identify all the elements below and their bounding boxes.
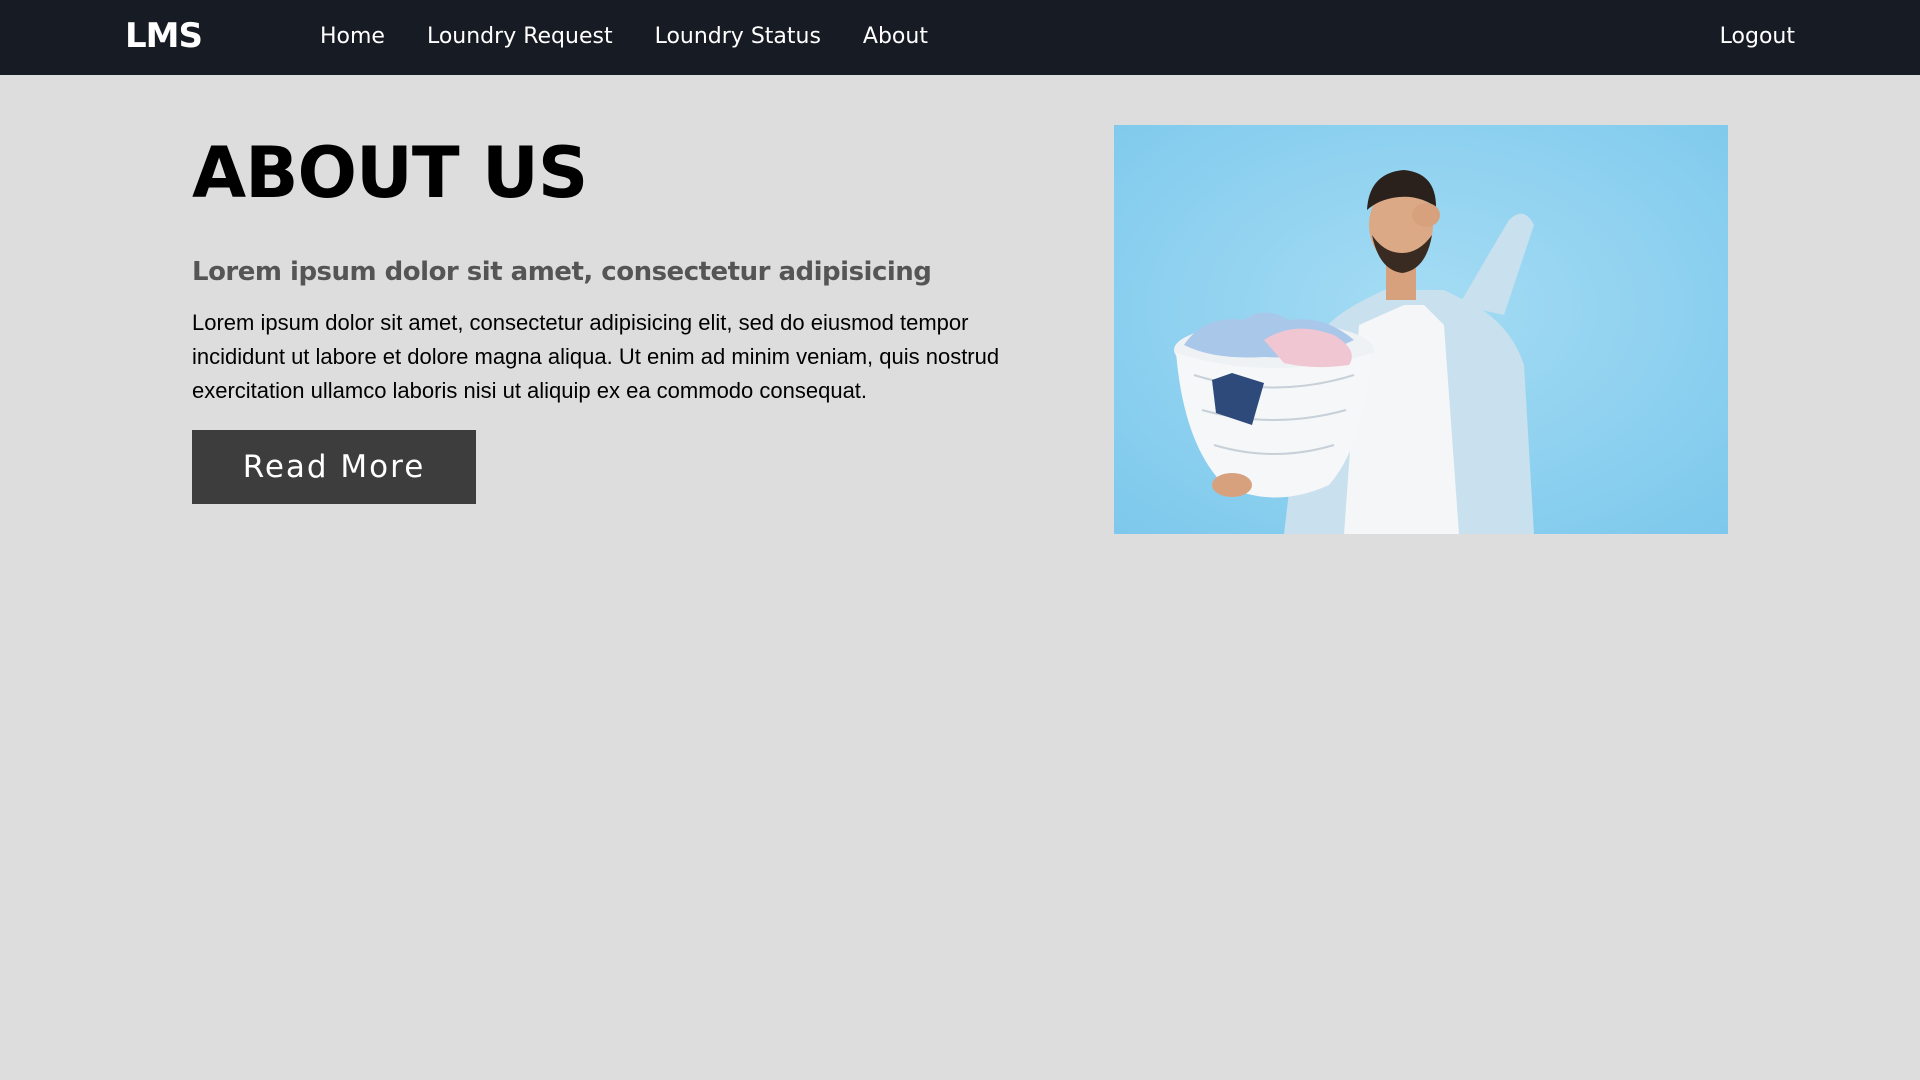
- nav-link-loundry-request[interactable]: Loundry Request: [427, 25, 613, 48]
- read-more-button[interactable]: Read More: [192, 429, 476, 504]
- nav-link-home[interactable]: Home: [320, 25, 385, 48]
- laundry-photo: [1114, 125, 1728, 534]
- about-text-block: ABOUT US Lorem ipsum dolor sit amet, con…: [192, 132, 1052, 504]
- about-subtitle: Lorem ipsum dolor sit amet, consectetur …: [192, 256, 932, 287]
- about-body-text: Lorem ipsum dolor sit amet, consectetur …: [192, 309, 1000, 403]
- brand-logo[interactable]: LMS: [125, 16, 203, 56]
- top-navbar: LMS Home Loundry Request Loundry Status …: [0, 0, 1920, 75]
- nav-links: Home Loundry Request Loundry Status Abou…: [320, 0, 970, 75]
- about-title: ABOUT US: [192, 132, 588, 214]
- logout-link[interactable]: Logout: [1720, 26, 1795, 48]
- laundry-photo-illustration: [1114, 125, 1728, 534]
- nav-link-about[interactable]: About: [863, 25, 928, 48]
- about-section: ABOUT US Lorem ipsum dolor sit amet, con…: [0, 75, 1920, 1080]
- nav-link-loundry-status[interactable]: Loundry Status: [655, 25, 821, 48]
